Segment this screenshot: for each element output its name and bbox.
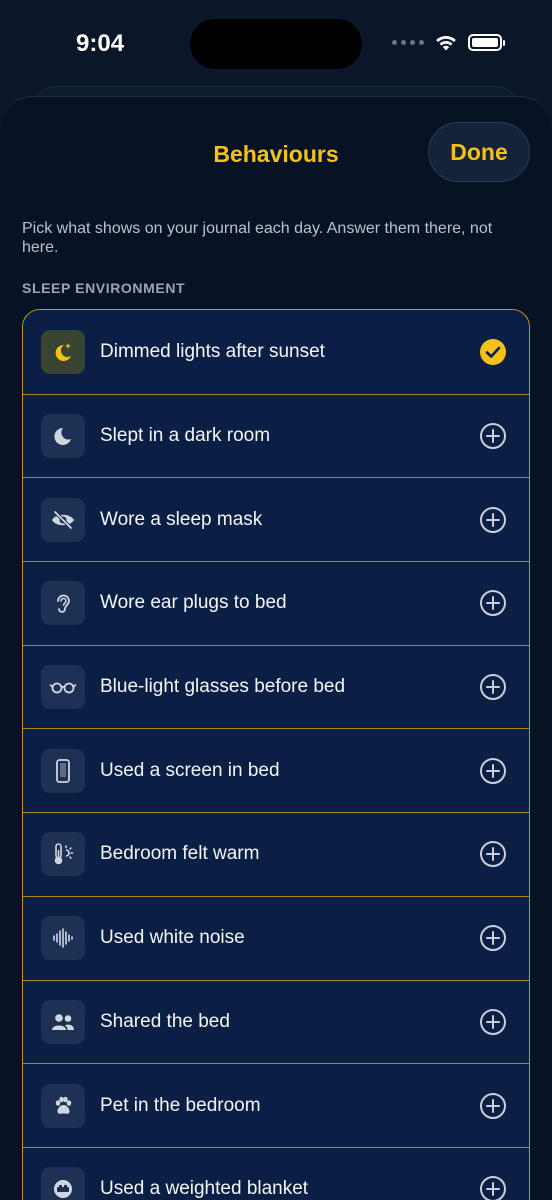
moon-stars-icon bbox=[41, 329, 85, 374]
add-circle-icon[interactable] bbox=[479, 589, 507, 617]
item-label: Bedroom felt warm bbox=[100, 843, 260, 865]
dynamic-island bbox=[190, 19, 362, 69]
moon-icon bbox=[41, 414, 85, 459]
add-circle-icon[interactable] bbox=[479, 422, 507, 450]
status-icons bbox=[392, 33, 505, 51]
item-label: Shared the bed bbox=[100, 1010, 230, 1032]
add-circle-icon[interactable] bbox=[479, 673, 507, 701]
list-item[interactable]: Wore a sleep mask bbox=[23, 477, 529, 562]
list-item[interactable]: Shared the bed bbox=[23, 979, 529, 1064]
wifi-icon bbox=[436, 35, 456, 51]
section-label: SLEEP ENVIRONMENT bbox=[22, 280, 186, 296]
list-item[interactable]: Blue-light glasses before bed bbox=[23, 644, 529, 729]
eye-slash-icon bbox=[41, 497, 85, 542]
list-item[interactable]: Slept in a dark room bbox=[23, 393, 529, 478]
list-item[interactable]: Used a screen in bed bbox=[23, 728, 529, 813]
add-circle-icon[interactable] bbox=[479, 757, 507, 785]
cellular-signal-icon bbox=[392, 39, 424, 45]
bed-icon bbox=[41, 1167, 85, 1200]
add-circle-icon[interactable] bbox=[479, 506, 507, 534]
list-item[interactable]: Bedroom felt warm bbox=[23, 812, 529, 896]
paw-icon bbox=[41, 1083, 85, 1128]
ear-icon bbox=[41, 581, 85, 626]
item-label: Pet in the bedroom bbox=[100, 1094, 261, 1116]
behaviour-list: Dimmed lights after sunset Slept in a da… bbox=[22, 309, 530, 1200]
sheet-header: Behaviours Done bbox=[0, 97, 552, 207]
waveform-icon bbox=[41, 916, 85, 961]
status-bar: 9:04 bbox=[0, 0, 552, 88]
add-circle-icon[interactable] bbox=[479, 1092, 507, 1120]
list-item[interactable]: Dimmed lights after sunset bbox=[23, 310, 529, 394]
item-label: Wore a sleep mask bbox=[100, 508, 263, 530]
add-circle-icon[interactable] bbox=[479, 1175, 507, 1200]
item-label: Wore ear plugs to bed bbox=[100, 592, 287, 614]
item-label: Blue-light glasses before bed bbox=[100, 676, 346, 698]
item-label: Used a weighted blanket bbox=[100, 1178, 309, 1200]
checkmark-icon[interactable] bbox=[479, 338, 507, 366]
behaviours-sheet: Behaviours Done Pick what shows on your … bbox=[0, 96, 552, 1200]
list-item[interactable]: Pet in the bedroom bbox=[23, 1063, 529, 1147]
add-circle-icon[interactable] bbox=[479, 1008, 507, 1036]
phone-icon bbox=[41, 748, 85, 793]
glasses-icon bbox=[41, 665, 85, 710]
people-icon bbox=[41, 999, 85, 1044]
intro-text: Pick what shows on your journal each day… bbox=[22, 220, 493, 256]
done-button[interactable]: Done bbox=[428, 122, 530, 182]
thermometer-sun-icon bbox=[41, 832, 85, 877]
item-label: Used white noise bbox=[100, 927, 245, 949]
status-time: 9:04 bbox=[76, 30, 125, 57]
item-label: Used a screen in bed bbox=[100, 759, 280, 781]
list-item[interactable]: Used a weighted blanket bbox=[23, 1146, 529, 1200]
list-item[interactable]: Wore ear plugs to bed bbox=[23, 561, 529, 645]
add-circle-icon[interactable] bbox=[479, 924, 507, 952]
item-label: Slept in a dark room bbox=[100, 425, 271, 447]
list-item[interactable]: Used white noise bbox=[23, 895, 529, 980]
add-circle-icon[interactable] bbox=[479, 840, 507, 868]
battery-icon bbox=[468, 33, 505, 51]
item-label: Dimmed lights after sunset bbox=[100, 340, 325, 362]
